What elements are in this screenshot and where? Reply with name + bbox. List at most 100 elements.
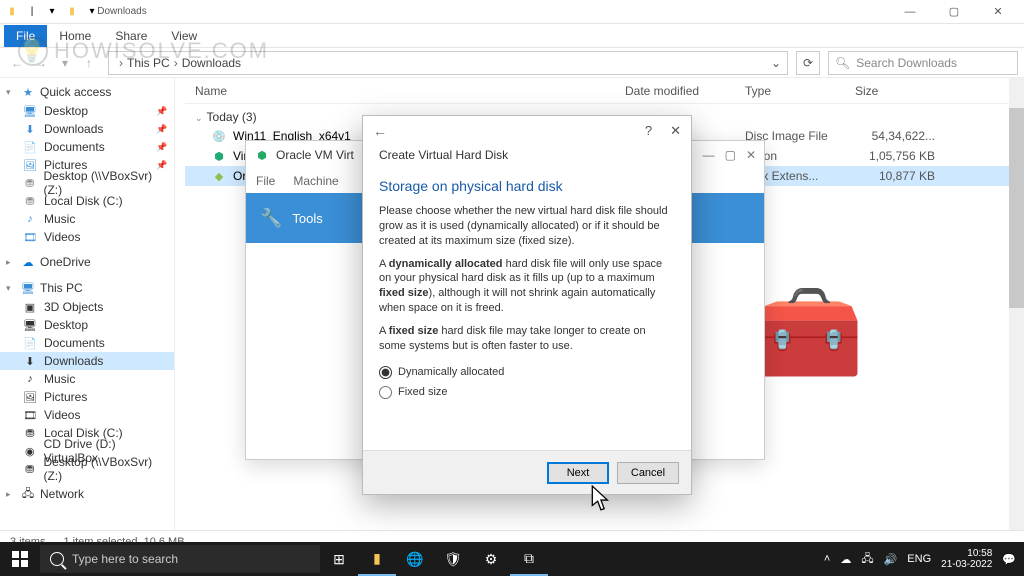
tray-network[interactable]: 🖧 xyxy=(861,550,873,569)
download-icon: ⬇ xyxy=(22,121,38,137)
nav-pc-documents[interactable]: 📄Documents xyxy=(0,334,174,352)
refresh-button[interactable]: ⟳ xyxy=(796,51,820,75)
folder-icon: ▮ xyxy=(64,4,80,20)
taskbar-explorer[interactable]: ▮ xyxy=(358,542,396,576)
radio-dynamic[interactable]: Dynamically allocated xyxy=(379,362,675,383)
back-button[interactable]: ← xyxy=(373,123,387,139)
drive-icon: ⛃ xyxy=(22,461,37,477)
pin-icon: 📌 xyxy=(154,139,170,155)
nav-desktop[interactable]: 🖥Desktop📌 xyxy=(0,102,174,120)
tray-notifications[interactable]: 💬 xyxy=(1002,553,1016,566)
col-size[interactable]: Size xyxy=(855,84,945,98)
desktop-icon: 🖥 xyxy=(22,317,38,333)
drive-icon: ⛃ xyxy=(22,175,37,191)
nav-network[interactable]: ▸🖧Network xyxy=(0,484,174,504)
tray-chevron[interactable]: ˄ xyxy=(824,553,830,565)
column-headers: Name Date modified Type Size xyxy=(185,78,1014,104)
quick-access-toolbar: ▮ | ▾ ▮ ▾ Downloads xyxy=(4,4,130,20)
close-button[interactable]: ✕ xyxy=(746,148,756,162)
nav-downloads[interactable]: ⬇Downloads📌 xyxy=(0,120,174,138)
menu-machine[interactable]: Machine xyxy=(293,174,338,188)
taskbar-settings[interactable]: ⚙ xyxy=(472,542,510,576)
col-type[interactable]: Type xyxy=(745,84,855,98)
music-icon: ♪ xyxy=(22,371,38,387)
navigation-pane: ▾★Quick access 🖥Desktop📌 ⬇Downloads📌 📄Do… xyxy=(0,78,175,530)
col-name[interactable]: Name xyxy=(185,84,625,98)
nav-videos[interactable]: 🎞Videos xyxy=(0,228,174,246)
col-date[interactable]: Date modified xyxy=(625,84,745,98)
close-button[interactable]: ✕ xyxy=(670,123,681,139)
next-button[interactable]: Next xyxy=(547,462,609,484)
drive-icon: ⛃ xyxy=(22,193,38,209)
nav-documents[interactable]: 📄Documents📌 xyxy=(0,138,174,156)
download-icon: ⬇ xyxy=(22,353,38,369)
radio-fixed[interactable]: Fixed size xyxy=(379,382,675,403)
vertical-scrollbar[interactable] xyxy=(1009,78,1024,530)
window-title: Downloads xyxy=(114,4,130,20)
nav-pc-downloads[interactable]: ⬇Downloads xyxy=(0,352,174,370)
qat-divider: | xyxy=(24,4,40,20)
network-icon: 🖧 xyxy=(20,486,36,502)
taskbar-security[interactable]: 🛡 xyxy=(434,542,472,576)
nav-pc-netdesktop[interactable]: ⛃Desktop (\\VBoxSvr) (Z:) xyxy=(0,460,174,478)
search-icon xyxy=(50,552,64,566)
start-button[interactable] xyxy=(0,542,40,576)
taskbar: Type here to search ⊞ ▮ 🌐 🛡 ⚙ ⧉ ˄ ☁ 🖧 🔊 … xyxy=(0,542,1024,576)
taskbar-search[interactable]: Type here to search xyxy=(40,545,320,573)
nav-pc-videos[interactable]: 🎞Videos xyxy=(0,406,174,424)
wizard-p1: Please choose whether the new virtual ha… xyxy=(379,204,675,249)
pin-icon: 📌 xyxy=(154,103,170,119)
minimize-button[interactable]: — xyxy=(888,0,932,24)
maximize-button[interactable]: ▢ xyxy=(725,148,736,162)
nav-pc-pictures[interactable]: 🖼Pictures xyxy=(0,388,174,406)
tray-volume[interactable]: 🔊 xyxy=(884,553,898,566)
task-view-button[interactable]: ⊞ xyxy=(320,542,358,576)
nav-thispc[interactable]: ▾🖥This PC xyxy=(0,278,174,298)
wizard-p3: A fixed size hard disk file may take lon… xyxy=(379,324,675,354)
window-controls: — ▢ ✕ xyxy=(888,0,1020,24)
taskbar-chrome[interactable]: 🌐 xyxy=(396,542,434,576)
radio-input[interactable] xyxy=(379,366,392,379)
vbox-title: Oracle VM Virt xyxy=(276,148,354,162)
wizard-title: Create Virtual Hard Disk xyxy=(363,146,691,172)
minimize-button[interactable]: — xyxy=(703,148,715,162)
document-icon: 📄 xyxy=(22,139,38,155)
close-button[interactable]: ✕ xyxy=(976,0,1020,24)
app-icon: ⬢ xyxy=(211,148,227,164)
search-input[interactable]: 🔍︎ Search Downloads xyxy=(828,51,1018,75)
cancel-button[interactable]: Cancel xyxy=(617,462,679,484)
nav-onedrive[interactable]: ▸☁OneDrive xyxy=(0,252,174,272)
nav-3dobjects[interactable]: ▣3D Objects xyxy=(0,298,174,316)
nav-pc-desktop[interactable]: 🖥Desktop xyxy=(0,316,174,334)
ext-icon: ◆ xyxy=(211,168,227,184)
tray-onedrive[interactable]: ☁ xyxy=(840,553,851,566)
wrench-icon: 🔧 xyxy=(260,208,282,229)
cloud-icon: ☁ xyxy=(20,254,36,270)
nav-netdesktop[interactable]: ⛃Desktop (\\VBoxSvr) (Z:) xyxy=(0,174,174,192)
nav-music[interactable]: ♪Music xyxy=(0,210,174,228)
help-button[interactable]: ? xyxy=(645,123,652,139)
folder-icon: ▮ xyxy=(4,4,20,20)
chevron-down-icon[interactable]: ⌄ xyxy=(771,56,781,70)
tray-lang[interactable]: ENG xyxy=(907,553,931,565)
disc-icon: 💿 xyxy=(211,128,227,144)
taskbar-virtualbox[interactable]: ⧉ xyxy=(510,542,548,576)
wizard-p2: A dynamically allocated hard disk file w… xyxy=(379,257,675,316)
drive-icon: ⛃ xyxy=(22,425,38,441)
create-disk-wizard: ← ?✕ Create Virtual Hard Disk Storage on… xyxy=(362,115,692,495)
maximize-button[interactable]: ▢ xyxy=(932,0,976,24)
dropdown-icon[interactable]: ▾ xyxy=(44,4,60,20)
video-icon: 🎞 xyxy=(22,229,38,245)
menu-file[interactable]: File xyxy=(256,174,275,188)
pictures-icon: 🖼 xyxy=(22,157,38,173)
document-icon: 📄 xyxy=(22,335,38,351)
nav-pc-music[interactable]: ♪Music xyxy=(0,370,174,388)
nav-quick-access[interactable]: ▾★Quick access xyxy=(0,82,174,102)
tray-clock[interactable]: 10:58 21-03-2022 xyxy=(941,548,992,570)
radio-input[interactable] xyxy=(379,386,392,399)
pictures-icon: 🖼 xyxy=(22,389,38,405)
desktop-icon: 🖥 xyxy=(22,103,38,119)
wizard-body: Please choose whether the new virtual ha… xyxy=(363,204,691,403)
star-icon: ★ xyxy=(20,84,36,100)
cube-icon: ▣ xyxy=(22,299,38,315)
